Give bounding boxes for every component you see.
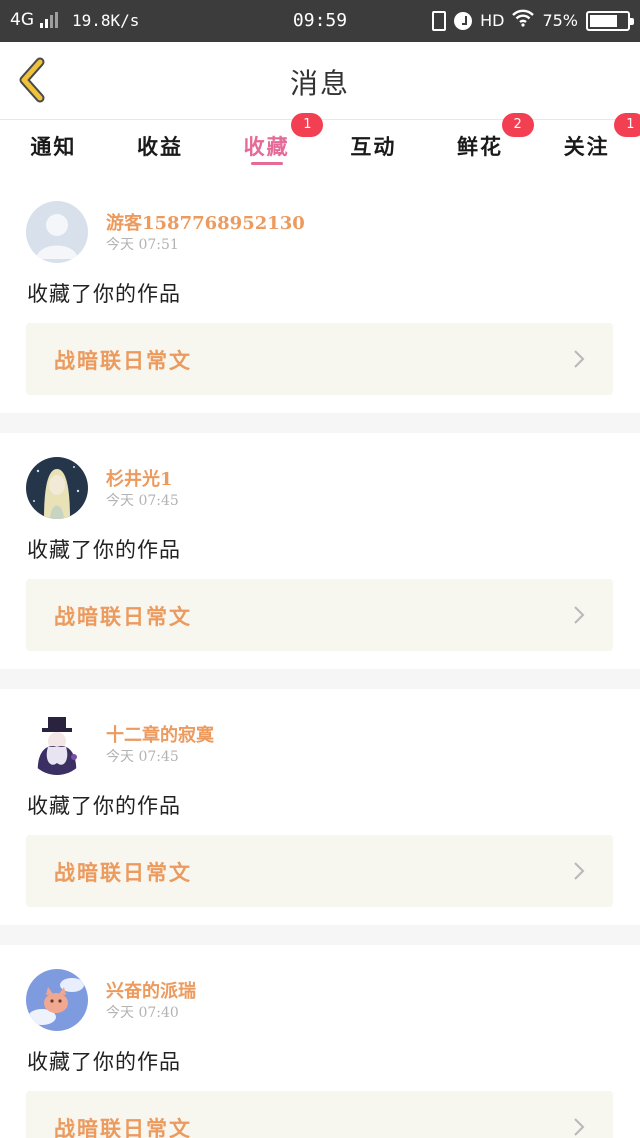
message-item: 游客1587768952130 今天 07:51 收藏了你的作品 战暗联日常文 xyxy=(0,177,640,413)
message-text: 收藏了你的作品 xyxy=(27,1050,181,1074)
message-time: 今天 07:40 xyxy=(106,1005,179,1021)
top-hat-character-avatar[interactable] xyxy=(26,713,88,775)
divider xyxy=(0,925,640,945)
battery-icon xyxy=(586,10,634,31)
work-title: 战暗联日常文 xyxy=(54,604,192,629)
tab-label: 关注 xyxy=(563,134,610,159)
message-item: 杉井光1 今天 07:45 收藏了你的作品 战暗联日常文 xyxy=(0,433,640,669)
page-title: 消息 xyxy=(289,67,350,100)
default-avatar-icon[interactable] xyxy=(26,201,88,263)
message-list: 游客1587768952130 今天 07:51 收藏了你的作品 战暗联日常文 … xyxy=(0,177,640,1138)
message-item: 十二章的寂寞 今天 07:45 收藏了你的作品 战暗联日常文 xyxy=(0,689,640,925)
user-name[interactable]: 十二章的寂寞 xyxy=(106,721,214,747)
tab-bar: 通知 收益 收藏 1 互动 鲜花 2 关注 1 xyxy=(0,113,640,169)
message-text: 收藏了你的作品 xyxy=(27,538,181,562)
tab-interactions[interactable]: 互动 xyxy=(320,121,427,169)
user-name[interactable]: 游客1587768952130 xyxy=(106,209,305,235)
vibrate-icon xyxy=(432,10,447,31)
wifi-icon xyxy=(512,9,535,32)
tab-label: 鲜花 xyxy=(457,134,504,159)
sky-cat-avatar[interactable] xyxy=(26,969,88,1031)
chevron-right-icon xyxy=(574,862,585,880)
unread-badge: 1 xyxy=(291,113,324,137)
message-text: 收藏了你的作品 xyxy=(27,282,181,306)
battery-percent: 75% xyxy=(542,11,578,30)
chevron-right-icon xyxy=(574,350,585,368)
tab-following[interactable]: 关注 1 xyxy=(533,113,640,169)
message-item: 兴奋的派瑞 今天 07:40 收藏了你的作品 战暗联日常文 xyxy=(0,945,640,1138)
divider xyxy=(0,669,640,689)
message-time: 今天 07:51 xyxy=(106,237,179,253)
anime-girl-avatar[interactable] xyxy=(26,457,88,519)
unread-badge: 1 xyxy=(614,113,640,137)
message-time: 今天 07:45 xyxy=(106,493,179,509)
user-name[interactable]: 兴奋的派瑞 xyxy=(106,977,196,1003)
work-link[interactable]: 战暗联日常文 xyxy=(26,579,613,651)
tab-label: 收藏 xyxy=(243,134,290,159)
tab-label: 收益 xyxy=(137,134,183,159)
chevron-right-icon xyxy=(574,606,585,624)
hd-indicator: HD xyxy=(480,11,505,30)
chevron-right-icon xyxy=(574,1118,585,1136)
tab-label: 互动 xyxy=(350,134,397,159)
work-link[interactable]: 战暗联日常文 xyxy=(26,835,613,907)
message-time: 今天 07:45 xyxy=(106,749,179,765)
unread-badge: 2 xyxy=(501,113,534,137)
active-tab-indicator xyxy=(250,162,283,165)
work-link[interactable]: 战暗联日常文 xyxy=(26,323,613,395)
tab-earnings[interactable]: 收益 xyxy=(107,121,214,169)
work-title: 战暗联日常文 xyxy=(54,860,192,885)
tab-flowers[interactable]: 鲜花 2 xyxy=(427,113,534,169)
status-right: HD 75% xyxy=(432,9,634,32)
tab-favorites[interactable]: 收藏 1 xyxy=(213,113,324,169)
work-link[interactable]: 战暗联日常文 xyxy=(26,1091,613,1138)
message-text: 收藏了你的作品 xyxy=(27,794,181,818)
work-title: 战暗联日常文 xyxy=(54,1116,192,1138)
tab-notifications[interactable]: 通知 xyxy=(0,121,107,169)
status-bar: 4G 19.8K/s 09:59 HD 75% xyxy=(0,0,640,42)
battery-fill xyxy=(590,14,617,27)
work-title: 战暗联日常文 xyxy=(54,348,192,373)
divider xyxy=(0,413,640,433)
nav-header: 消息 xyxy=(0,42,640,120)
alarm-icon xyxy=(454,11,473,30)
tab-label: 通知 xyxy=(30,134,77,159)
user-name[interactable]: 杉井光1 xyxy=(106,465,173,491)
